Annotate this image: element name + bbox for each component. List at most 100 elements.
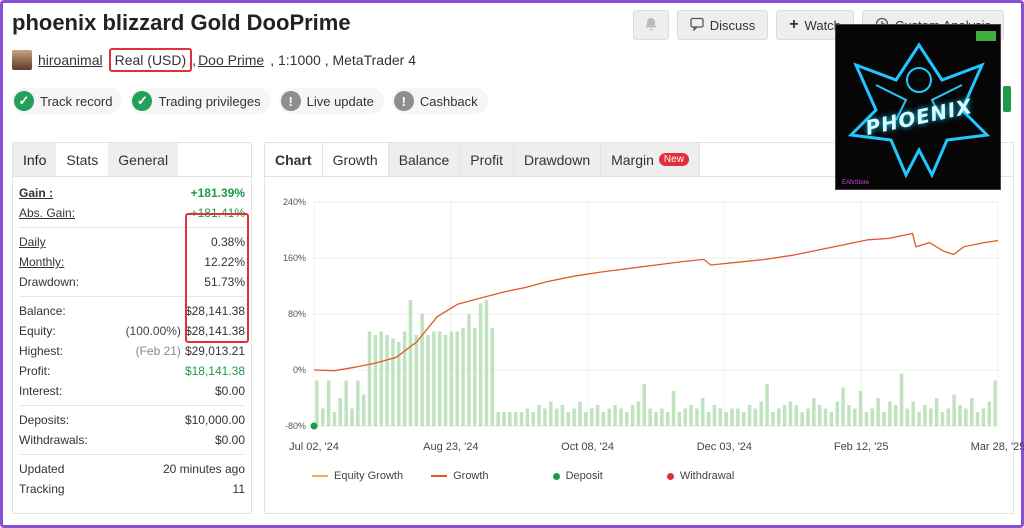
stat-profit: Profit: $18,141.38 — [19, 361, 245, 381]
stat-daily: Daily 0.38% — [19, 232, 245, 252]
tab-chart[interactable]: Chart — [265, 143, 323, 176]
divider — [19, 405, 245, 406]
stat-gain: Gain : +181.39% — [19, 183, 245, 203]
divider — [19, 296, 245, 297]
stat-value: +181.41% — [190, 206, 245, 220]
stat-value: $0.00 — [214, 433, 245, 447]
tab-general[interactable]: General — [108, 143, 179, 176]
bell-icon — [643, 16, 659, 35]
stat-label: Tracking — [19, 482, 65, 496]
avatar — [12, 50, 32, 70]
stat-value: +181.39% — [190, 186, 245, 200]
legend-deposit[interactable]: Deposit — [552, 470, 603, 482]
page-title: phoenix blizzard Gold DooPrime — [12, 10, 351, 35]
stat-value: $10,000.00 — [184, 413, 245, 427]
legend-equity-swatch — [312, 475, 328, 477]
badge-live-update[interactable]: ! Live update — [278, 88, 384, 114]
stat-label[interactable]: Daily — [19, 235, 46, 249]
chat-icon — [690, 17, 704, 34]
stat-updated: Updated 20 minutes ago — [19, 459, 245, 479]
store-badge-icon — [976, 31, 996, 41]
broker-link[interactable]: Doo Prime — [198, 52, 264, 68]
stat-abs-gain: Abs. Gain: +181.41% — [19, 203, 245, 223]
stat-label: Equity: — [19, 324, 56, 338]
stat-label: Drawdown: — [19, 275, 80, 289]
stat-value: $0.00 — [214, 384, 245, 398]
stat-value: 11 — [232, 482, 245, 496]
exclamation-icon: ! — [393, 91, 414, 111]
stat-label[interactable]: Abs. Gain: — [19, 206, 75, 220]
legend-withdrawal-dot — [666, 472, 674, 480]
stat-withdrawals: Withdrawals: $0.00 — [19, 430, 245, 450]
legend-growth-swatch — [431, 475, 448, 477]
stat-balance: Balance: $28,141.38 — [19, 301, 245, 321]
stat-value: $28,141.38 — [184, 324, 245, 338]
account-details: , 1:1000 , MetaTrader 4 — [270, 52, 416, 68]
stat-label: Balance: — [19, 304, 66, 318]
meta-separator: , — [192, 52, 197, 68]
account-meta: hiroanimal Real (USD) , Doo Prime , 1:10… — [12, 48, 416, 72]
stat-value: 51.73% — [204, 275, 245, 289]
tab-info[interactable]: Info — [13, 143, 57, 176]
exclamation-icon: ! — [280, 91, 301, 111]
divider — [19, 227, 245, 228]
user-link[interactable]: hiroanimal — [38, 52, 103, 68]
stats-list: Gain : +181.39% Abs. Gain: +181.41% Daily 0… — [13, 177, 251, 499]
stat-label: Deposits: — [19, 413, 70, 427]
stat-monthly: Monthly: 12.22% — [19, 252, 245, 272]
stat-value: $29,013.21 — [184, 344, 245, 358]
tab-profit[interactable]: Profit — [460, 143, 514, 176]
stat-label[interactable]: Gain : — [19, 186, 53, 200]
stat-deposits: Deposits: $10,000.00 — [19, 410, 245, 430]
discuss-button[interactable]: Discuss — [676, 10, 769, 40]
legend-label: Growth — [453, 470, 489, 482]
stat-label: Interest: — [19, 384, 63, 398]
badge-track-record[interactable]: ✓ Track record — [12, 88, 123, 114]
stat-value: 12.22% — [204, 255, 245, 269]
stat-equity: Equity: (100.00%) $28,141.38 — [19, 321, 245, 341]
stat-label: Withdrawals: — [19, 433, 88, 447]
tab-stats[interactable]: Stats — [56, 143, 108, 176]
legend-label: Equity Growth — [334, 470, 404, 482]
new-badge: New — [658, 153, 689, 166]
stat-tracking: Tracking 11 — [19, 479, 245, 499]
stat-value: $18,141.38 — [184, 364, 245, 378]
equity-percent: (100.00%) — [125, 324, 181, 338]
badge-label: Track record — [40, 93, 113, 109]
legend-growth[interactable]: Growth — [431, 470, 489, 482]
badge-cashback[interactable]: ! Cashback — [391, 88, 488, 114]
stat-label[interactable]: Monthly: — [19, 255, 64, 269]
check-icon: ✓ — [132, 91, 153, 111]
verification-badges: ✓ Track record ✓ Trading privileges ! Li… — [12, 88, 488, 114]
legend-label: Withdrawal — [679, 470, 735, 482]
stat-label: Profit: — [19, 364, 51, 378]
tab-balance[interactable]: Balance — [388, 143, 461, 176]
legend-equity-growth[interactable]: Equity Growth — [312, 470, 403, 482]
stat-interest: Interest: $0.00 — [19, 381, 245, 401]
stat-drawdown: Drawdown: 51.73% — [19, 272, 245, 292]
badge-label: Trading privileges — [158, 93, 261, 109]
badge-label: Cashback — [419, 93, 478, 109]
stat-label: Highest: — [19, 344, 64, 358]
discuss-label: Discuss — [709, 17, 756, 33]
promo-brand: EAfxStore — [842, 180, 870, 186]
badge-trading-privileges[interactable]: ✓ Trading privileges — [130, 88, 271, 114]
chart-panel: Chart Growth Balance Profit Drawdown Mar… — [264, 142, 1014, 514]
tab-margin-label: Margin — [611, 151, 654, 168]
legend-label: Deposit — [565, 470, 603, 482]
highest-date: (Feb 21) — [135, 344, 181, 358]
check-icon: ✓ — [14, 91, 34, 111]
notify-button[interactable] — [632, 10, 669, 40]
stat-highest: Highest: (Feb 21) $29,013.21 — [19, 341, 245, 361]
legend-deposit-dot — [552, 472, 560, 480]
tab-growth[interactable]: Growth — [322, 143, 389, 176]
side-tab[interactable] — [1003, 86, 1011, 112]
plus-icon: + — [789, 16, 799, 33]
divider — [19, 454, 245, 455]
tab-margin[interactable]: Margin New — [601, 143, 700, 176]
stats-panel: Info Stats General Gain : +181.39% Abs. G… — [12, 142, 252, 514]
promo-image: PHOENIX EAfxStore — [835, 24, 1001, 190]
tab-drawdown[interactable]: Drawdown — [513, 143, 602, 176]
legend-withdrawal[interactable]: Withdrawal — [666, 470, 735, 482]
stats-tabs: Info Stats General — [13, 143, 251, 177]
